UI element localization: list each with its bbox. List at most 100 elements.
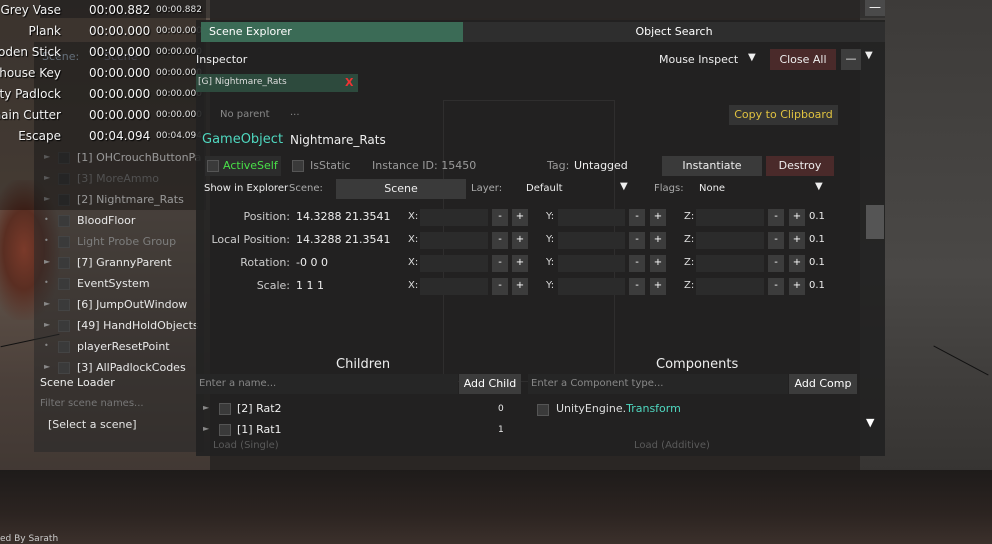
tab-object-search[interactable]: Object Search (463, 22, 885, 42)
checkbox-icon[interactable] (58, 236, 70, 248)
load-additive-button[interactable]: Load (Additive) (634, 440, 710, 451)
flags-dropdown[interactable]: None (699, 183, 725, 194)
axis-input[interactable] (558, 232, 625, 249)
axis-input[interactable] (696, 232, 764, 249)
chevron-down-icon[interactable]: ▼ (815, 181, 823, 192)
scene-tree-item[interactable]: ► [7] GrannyParent (44, 254, 204, 272)
increment-button[interactable]: + (650, 232, 666, 249)
decrement-button[interactable]: - (492, 255, 508, 272)
checkbox-icon[interactable] (58, 215, 70, 227)
checkbox-icon[interactable] (58, 278, 70, 290)
step-value[interactable]: 0.1 (809, 257, 825, 268)
checkbox-icon[interactable] (537, 404, 549, 416)
expand-arrow-icon[interactable]: ► (203, 403, 209, 412)
increment-button[interactable]: + (650, 209, 666, 226)
increment-button[interactable]: + (650, 255, 666, 272)
scene-tree-item[interactable]: • Light Probe Group (44, 233, 204, 251)
checkbox-icon[interactable] (58, 341, 70, 353)
component-row[interactable]: UnityEngine.Transform (533, 401, 853, 419)
destroy-button[interactable]: Destroy (766, 156, 834, 176)
active-self-toggle[interactable]: ActiveSelf (205, 156, 281, 176)
minimize-button[interactable]: — (865, 0, 885, 16)
increment-button[interactable]: + (789, 255, 805, 272)
scene-button[interactable]: Scene (336, 179, 466, 199)
checkbox-icon[interactable] (207, 160, 219, 172)
decrement-button[interactable]: - (768, 209, 784, 226)
axis-input[interactable] (420, 232, 488, 249)
expand-arrow-icon[interactable]: ► (44, 362, 50, 371)
decrement-button[interactable]: - (629, 232, 645, 249)
checkbox-icon[interactable] (219, 403, 231, 415)
increment-button[interactable]: + (512, 255, 528, 272)
decrement-button[interactable]: - (768, 255, 784, 272)
decrement-button[interactable]: - (629, 209, 645, 226)
expand-arrow-icon[interactable]: • (44, 215, 49, 224)
show-in-explorer-button[interactable]: Show in Explorer (204, 183, 288, 194)
tab-scene-explorer[interactable]: Scene Explorer (201, 22, 463, 42)
scrollbar-thumb[interactable] (866, 205, 884, 239)
close-icon[interactable]: X (345, 76, 353, 89)
chevron-down-icon[interactable]: ▼ (620, 181, 628, 192)
axis-input[interactable] (420, 255, 488, 272)
expand-arrow-icon[interactable]: ► (44, 299, 50, 308)
increment-button[interactable]: + (512, 209, 528, 226)
tag-value[interactable]: Untagged (574, 159, 628, 172)
load-single-button[interactable]: Load (Single) (213, 440, 279, 451)
decrement-button[interactable]: - (629, 278, 645, 295)
decrement-button[interactable]: - (768, 232, 784, 249)
decrement-button[interactable]: - (768, 278, 784, 295)
expand-arrow-icon[interactable]: • (44, 278, 49, 287)
mouse-inspect-dropdown[interactable]: Mouse Inspect (659, 53, 738, 66)
step-value[interactable]: 0.1 (809, 280, 825, 291)
copy-to-clipboard-button[interactable]: Copy to Clipboard (729, 105, 838, 125)
add-component-button[interactable]: Add Comp (789, 374, 857, 394)
expand-arrow-icon[interactable]: • (44, 341, 49, 350)
decrement-button[interactable]: - (629, 255, 645, 272)
scene-tree-item[interactable]: • EventSystem (44, 275, 204, 293)
layer-dropdown[interactable]: Default (526, 183, 563, 194)
collapse-button[interactable]: — (841, 49, 861, 70)
add-child-button[interactable]: Add Child (459, 374, 521, 394)
axis-input[interactable] (558, 278, 625, 295)
checkbox-icon[interactable] (219, 424, 231, 436)
increment-button[interactable]: + (512, 278, 528, 295)
axis-input[interactable] (696, 278, 764, 295)
child-row[interactable]: ► [1] Rat1 1 (203, 420, 504, 440)
increment-button[interactable]: + (789, 232, 805, 249)
decrement-button[interactable]: - (492, 232, 508, 249)
checkbox-icon[interactable] (58, 320, 70, 332)
increment-button[interactable]: + (650, 278, 666, 295)
increment-button[interactable]: + (789, 209, 805, 226)
scene-tree-item[interactable]: ► [3] AllPadlockCodes (44, 359, 204, 377)
axis-input[interactable] (420, 209, 488, 226)
expand-arrow-icon[interactable]: ► (44, 257, 50, 266)
scene-tree-item[interactable]: ► [6] JumpOutWindow (44, 296, 204, 314)
chevron-down-icon[interactable]: ▼ (865, 50, 873, 61)
object-tab[interactable]: [G] Nightmare_Rats X (196, 74, 358, 92)
scene-tree-item[interactable]: ► [49] HandHoldObjects (44, 317, 204, 335)
scene-tree-item[interactable]: • playerResetPoint (44, 338, 204, 356)
decrement-button[interactable]: - (492, 209, 508, 226)
is-static-checkbox[interactable] (292, 160, 304, 172)
expand-arrow-icon[interactable]: • (44, 236, 49, 245)
checkbox-icon[interactable] (58, 299, 70, 311)
filter-scene-input[interactable]: Filter scene names... (40, 398, 144, 409)
scene-tree-item[interactable]: • BloodFloor (44, 212, 204, 230)
close-all-button[interactable]: Close All (770, 49, 836, 70)
axis-input[interactable] (420, 278, 488, 295)
axis-input[interactable] (696, 209, 764, 226)
chevron-down-icon[interactable]: ▼ (748, 52, 756, 63)
decrement-button[interactable]: - (492, 278, 508, 295)
step-value[interactable]: 0.1 (809, 234, 825, 245)
checkbox-icon[interactable] (58, 362, 70, 374)
child-row[interactable]: ► [2] Rat2 0 (203, 399, 504, 419)
checkbox-icon[interactable] (58, 257, 70, 269)
axis-input[interactable] (558, 255, 625, 272)
select-scene-dropdown[interactable]: [Select a scene] (48, 418, 137, 431)
axis-input[interactable] (558, 209, 625, 226)
step-value[interactable]: 0.1 (809, 211, 825, 222)
axis-input[interactable] (696, 255, 764, 272)
increment-button[interactable]: + (789, 278, 805, 295)
increment-button[interactable]: + (512, 232, 528, 249)
instantiate-button[interactable]: Instantiate (662, 156, 762, 176)
